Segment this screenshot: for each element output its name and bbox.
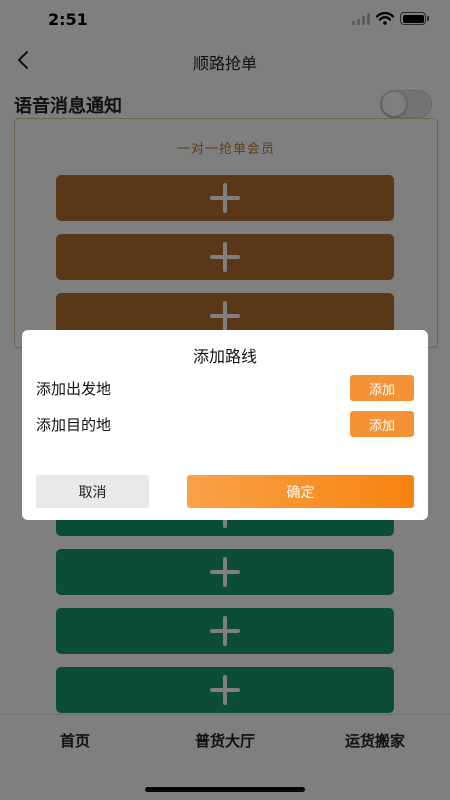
dialog-title: 添加路线 <box>192 347 257 366</box>
departure-label: 添加出发地 <box>36 380 112 398</box>
destination-label: 添加目的地 <box>36 416 112 434</box>
cancel-button[interactable]: 取消 <box>36 475 149 508</box>
departure-row: 添加出发地 添加 <box>36 375 414 401</box>
add-destination-button[interactable]: 添加 <box>350 411 414 437</box>
add-departure-button[interactable]: 添加 <box>350 375 414 401</box>
confirm-button[interactable]: 确定 <box>187 475 414 508</box>
destination-row: 添加目的地 添加 <box>36 411 414 437</box>
add-route-dialog: 添加路线 添加出发地 添加 添加目的地 添加 取消 确定 <box>22 330 428 520</box>
